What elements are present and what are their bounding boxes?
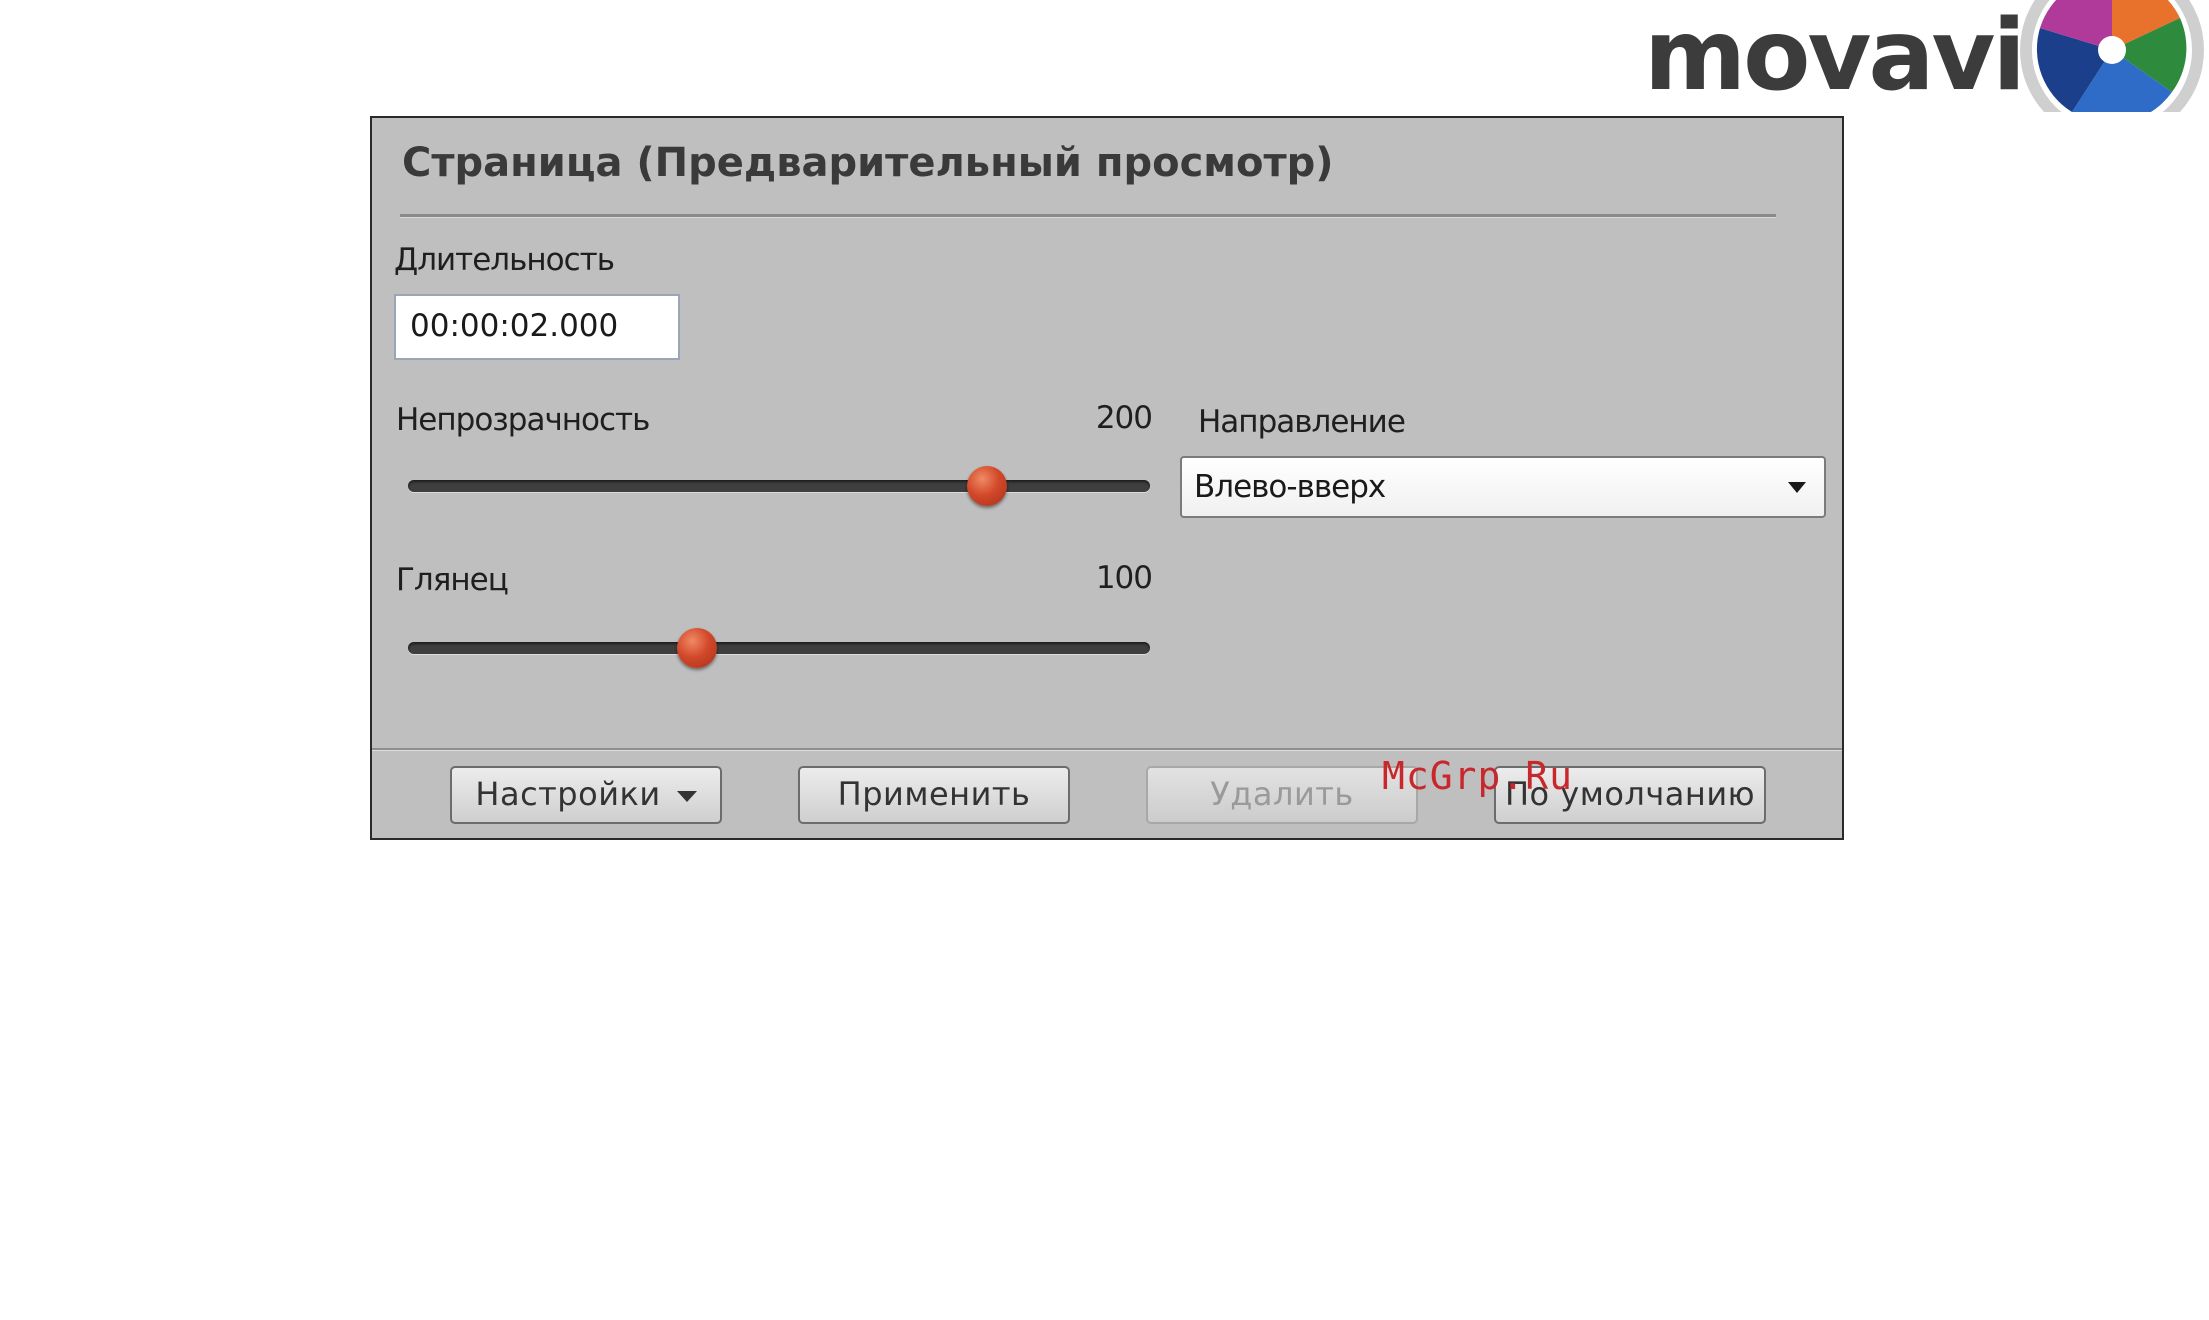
chevron-down-icon[interactable]: [1788, 482, 1806, 493]
direction-dropdown[interactable]: Влево-вверх: [1180, 456, 1826, 518]
gloss-label: Глянец: [396, 562, 509, 598]
gloss-slider[interactable]: [408, 628, 1150, 668]
duration-field[interactable]: 00:00:02.000: [394, 294, 680, 360]
gloss-slider-thumb[interactable]: [677, 628, 718, 668]
page-preview-panel: Страница (Предварительный просмотр) Длит…: [370, 116, 1844, 840]
opacity-label: Непрозрачность: [396, 402, 650, 438]
opacity-slider-track[interactable]: [408, 480, 1150, 492]
opacity-slider-thumb[interactable]: [966, 466, 1007, 506]
movavi-logo: movavi: [1640, 0, 2209, 112]
caret-down-icon: [676, 790, 697, 802]
title-divider: [400, 214, 1776, 218]
gloss-slider-track[interactable]: [408, 642, 1150, 654]
delete-button[interactable]: Удалить: [1146, 766, 1418, 824]
movavi-pinwheel-icon: [2020, 0, 2204, 112]
settings-button[interactable]: Настройки: [450, 766, 722, 824]
direction-label: Направление: [1198, 404, 1406, 440]
button-bar-divider: [372, 748, 1842, 751]
watermark: McGrp.Ru: [1382, 754, 1574, 798]
duration-label: Длительность: [394, 242, 615, 278]
opacity-value: 200: [1095, 400, 1153, 436]
settings-button-label: Настройки: [475, 775, 661, 813]
direction-selected-value: Влево-вверх: [1194, 469, 1386, 505]
panel-title: Страница (Предварительный просмотр): [402, 140, 1334, 186]
apply-button[interactable]: Применить: [798, 766, 1070, 824]
opacity-slider[interactable]: [408, 466, 1150, 506]
gloss-value: 100: [1095, 560, 1153, 596]
logo-text: movavi: [1644, 0, 2026, 113]
